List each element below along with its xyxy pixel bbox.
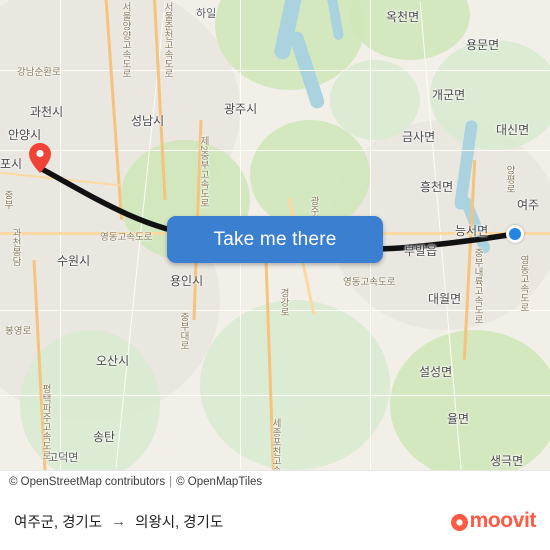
map-road-label: 과천봉담 <box>10 228 21 266</box>
map-place-label: 부발읍 <box>404 244 438 258</box>
moovit-map-screenshot: 옥천면용문면 하일개군면과천시성남시 광주시금사면 대신면 안양시포시흥천면능서면 여주부… <box>0 0 550 550</box>
route-origin-label: 여주군, 경기도 <box>14 514 103 531</box>
map-road-label: 양평로 <box>504 165 515 194</box>
map-place-label: 영동고속도로 <box>100 232 153 243</box>
take-me-there-label: Take me there <box>213 228 337 250</box>
map-place-label: 고덕면 <box>48 452 79 464</box>
moovit-brand-label: moovit <box>469 509 537 532</box>
map-place-label: 설성면 <box>419 365 453 379</box>
map-place-label: 강남순환로 <box>17 67 61 78</box>
map-place-label: 과천시 <box>30 105 64 119</box>
map-place-label: 용인시 <box>170 274 204 288</box>
attribution-separator: | <box>169 475 173 488</box>
map-canvas[interactable]: 옥천면용문면 하일개군면과천시성남시 광주시금사면 대신면 안양시포시흥천면능서면 여주부… <box>0 0 550 470</box>
take-me-there-button[interactable]: Take me there <box>167 216 383 263</box>
moovit-brand-logo[interactable]: moovit <box>450 509 537 533</box>
map-place-label: 옥천면 <box>386 10 420 24</box>
destination-pin-icon[interactable] <box>29 143 51 173</box>
map-place-label: 봉영로 <box>5 326 32 337</box>
map-place-label: 개군면 <box>432 88 466 102</box>
moovit-pin-icon <box>450 513 468 531</box>
map-road-label: 중부 <box>2 190 13 209</box>
route-arrow-icon: → <box>111 512 127 530</box>
map-road-label: 서울양양고속도로 <box>120 2 131 78</box>
map-place-label: 송탄 <box>93 430 116 444</box>
route-destination-label: 의왕시, 경기도 <box>135 514 224 531</box>
map-place-label: 영동고속도로 <box>343 277 396 288</box>
map-place-label: 금사면 <box>402 130 436 144</box>
map-road-label: 영동고속도로 <box>518 255 529 312</box>
attribution-osm-link[interactable]: © OpenStreetMap contributors <box>9 476 165 488</box>
map-place-label: 수원시 <box>57 254 91 268</box>
map-place-label: 능서면 <box>455 224 489 238</box>
map-attribution-bar: © OpenStreetMap contributors | © OpenMap… <box>0 470 550 492</box>
map-place-label: 여주 <box>517 198 540 212</box>
map-place-label: 흥천면 <box>420 180 454 194</box>
map-road-label: 중부내륙고속도로 <box>472 248 483 324</box>
map-road-label: 경강로 <box>278 288 289 317</box>
map-road-label: 세종포천고속도로 <box>270 418 281 470</box>
map-place-label: 용문면 <box>466 38 500 52</box>
map-road-label: 평택파주고속도로 <box>40 384 51 460</box>
attribution-openmaptiles-link[interactable]: © OpenMapTiles <box>176 476 262 488</box>
map-road-label: 제2중부고속도로 <box>198 136 209 208</box>
map-place-label: 광주시 <box>224 102 258 116</box>
map-place-label: 대월면 <box>428 292 462 306</box>
map-place-label: 율면 <box>447 412 470 426</box>
origin-dot-icon[interactable] <box>506 225 524 243</box>
map-place-label: 오산시 <box>96 354 130 368</box>
map-place-label: 생극면 <box>490 454 524 468</box>
map-place-label: 하일 <box>196 8 217 20</box>
map-place-label: 대신면 <box>496 123 530 137</box>
route-summary: 여주군, 경기도 → 의왕시, 경기도 <box>14 511 223 532</box>
footer-bar: 여주군, 경기도 → 의왕시, 경기도 moovit <box>0 492 550 550</box>
map-road-label: 서울춘천고속도로 <box>162 2 173 78</box>
map-place-label: 포시 <box>0 157 23 171</box>
map-place-label: 안양시 <box>8 128 42 142</box>
map-road-label: 중부대로 <box>178 312 189 350</box>
map-place-label: 성남시 <box>131 114 165 128</box>
